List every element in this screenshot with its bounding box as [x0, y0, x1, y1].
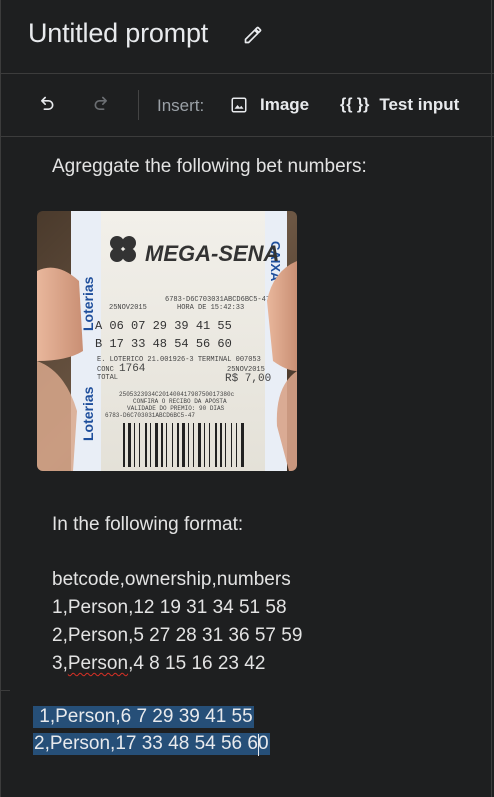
barcode-bar — [134, 423, 135, 467]
barcode-bar — [198, 423, 201, 467]
example-line-2: 2,Person,5 27 28 31 36 57 59 — [52, 625, 303, 646]
header: Untitled prompt — [0, 0, 494, 74]
barcode-bar — [166, 423, 167, 467]
spellcheck-flagged-word: Person — [67, 653, 129, 674]
insert-test-input-button[interactable]: {{ }} Test input — [340, 92, 459, 118]
ticket-side-text-2: Loterias — [80, 386, 96, 441]
insert-label: Insert: — [157, 96, 205, 115]
ticket-line-b: B 17 33 48 54 56 60 — [95, 337, 232, 351]
left-finger — [37, 267, 83, 361]
text-caret — [258, 734, 259, 756]
example-line-1: 1,Person,12 19 31 34 51 58 — [52, 597, 287, 618]
ticket-confira: CONFIRA O RECIBO DA APOSTA — [133, 398, 227, 405]
selected-line-1[interactable]: 1,Person,6 7 29 39 41 55 — [33, 706, 254, 728]
redo-icon[interactable] — [92, 95, 112, 115]
toolbar: Insert: Image {{ }} Test input — [0, 74, 494, 137]
undo-icon[interactable] — [36, 95, 56, 115]
barcode-bar — [172, 423, 173, 467]
ticket-photo: Loterias Loterias CAIXA MEGA-SENA 25NOV2… — [37, 211, 297, 471]
ticket-brand: MEGA-SENA — [145, 241, 279, 266]
ticket-serial-2: 6783-D6C703031ABCD6BC5-47 — [105, 412, 195, 419]
test-input-label: Test input — [379, 95, 460, 114]
barcode-bar — [139, 423, 140, 467]
barcode-bar — [150, 423, 151, 467]
barcode-bar — [231, 423, 232, 467]
ticket-date: 25NOV2015 — [109, 304, 147, 312]
barcode-bar — [209, 423, 210, 467]
barcode-bar — [128, 423, 131, 467]
ticket-conc-value: 1764 — [119, 363, 146, 375]
ticket-line-a: A 06 07 29 39 41 55 — [95, 319, 232, 333]
barcode-bar — [236, 423, 237, 467]
barcode-bar — [193, 423, 194, 467]
example-line-3: 3,Person,4 8 15 16 23 42 — [52, 653, 266, 674]
insert-image-label: Image — [260, 95, 310, 114]
prompt-intro-text: Agreggate the following bet numbers: — [52, 156, 367, 177]
barcode-bar — [177, 423, 179, 467]
ticket-serial: 6783-D6C703031ABCD6BC5-47 — [165, 296, 270, 304]
ticket-validade: VALIDADE DO PREMIO: 90 DIAS — [127, 405, 225, 412]
lottery-ticket-image[interactable]: Loterias Loterias CAIXA MEGA-SENA 25NOV2… — [37, 211, 297, 471]
barcode-bar — [123, 423, 125, 467]
insert-image-button[interactable]: Image — [230, 92, 309, 118]
ticket-hour: HORA DE 15:42:33 — [177, 304, 244, 312]
pencil-icon[interactable] — [243, 25, 263, 45]
prompt-title[interactable]: Untitled prompt — [28, 18, 208, 49]
barcode-bar — [145, 423, 147, 467]
format-intro-text: In the following format: — [52, 514, 244, 535]
barcode-bar — [225, 423, 226, 467]
image-icon — [231, 97, 247, 113]
ticket-side-text: Loterias — [80, 276, 96, 331]
barcode-bar — [204, 423, 205, 467]
ticket-total-label: TOTAL — [97, 374, 118, 382]
barcode-bar — [155, 423, 158, 467]
barcode-bar — [220, 423, 222, 467]
toolbar-divider — [138, 90, 139, 120]
format-header-text: betcode,ownership,numbers — [52, 569, 291, 590]
braces-icon: {{ }} — [340, 96, 370, 113]
barcode-bar — [241, 423, 244, 467]
barcode-bar — [188, 423, 189, 467]
section-divider — [0, 690, 10, 691]
ticket-barcode-number: 2505323934C20140041798750017380c — [119, 391, 235, 398]
barcode-bar — [182, 423, 185, 467]
selected-line-2[interactable]: 2,Person,17 33 48 54 56 60 — [33, 733, 270, 755]
ticket-conc-label: CONC — [97, 366, 114, 374]
ticket-total-value: R$ 7,00 — [225, 373, 271, 385]
barcode-bar — [215, 423, 217, 467]
barcode-bar — [161, 423, 163, 467]
